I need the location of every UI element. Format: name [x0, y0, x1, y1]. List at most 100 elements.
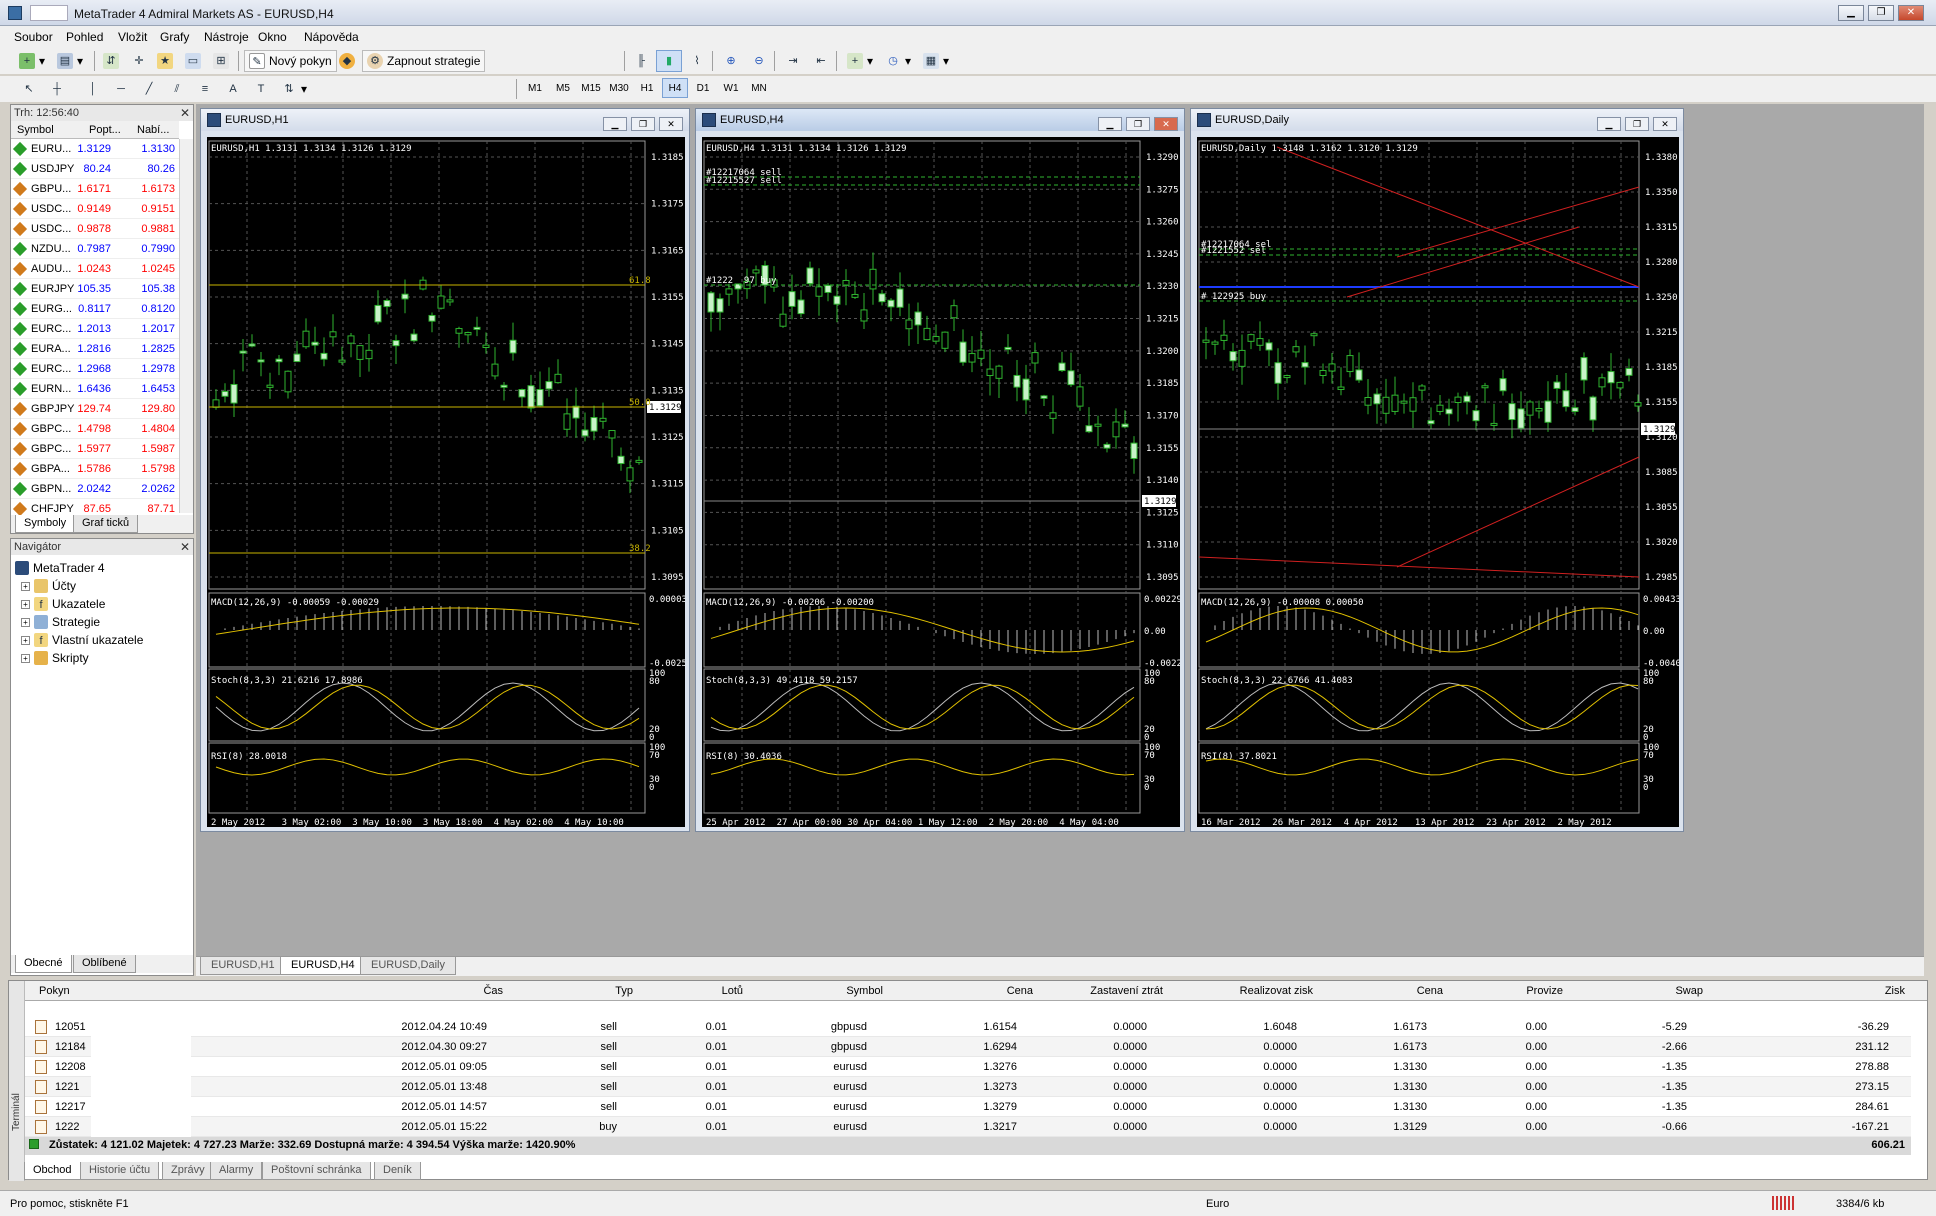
chart-restore-button[interactable]: ❐: [1126, 117, 1150, 131]
chart-minimize-button[interactable]: ▁: [1597, 117, 1621, 131]
market-watch-row[interactable]: GBPU... 1.6171 1.6173: [11, 179, 179, 199]
col-header[interactable]: Zisk: [1885, 985, 1905, 997]
text-button[interactable]: A: [220, 78, 246, 100]
market-watch-row[interactable]: GBPJPY 129.74 129.80: [11, 399, 179, 419]
chart-close-button[interactable]: ✕: [659, 117, 683, 131]
horizontal-line-button[interactable]: ─: [108, 78, 134, 100]
tf-m30[interactable]: M30: [606, 78, 632, 98]
autotrading-button[interactable]: ⚙ Zapnout strategie: [362, 50, 486, 72]
col-symbol[interactable]: Symbol: [17, 124, 54, 136]
metaeditor-button[interactable]: ◆: [334, 50, 360, 72]
chart-restore-button[interactable]: ❐: [631, 117, 655, 131]
nav-item-accounts[interactable]: + Účty: [21, 577, 76, 595]
col-header[interactable]: Symbol: [846, 985, 883, 997]
order-row[interactable]: 12184 2012.04.30 09:27 sell 0.01 gbpusd 1.629…: [25, 1037, 1911, 1057]
market-watch-row[interactable]: EURC... 1.2013 1.2017: [11, 319, 179, 339]
col-header[interactable]: Typ: [615, 985, 633, 997]
tab-favorites[interactable]: Oblíbené: [73, 955, 136, 973]
text-label-button[interactable]: T: [248, 78, 274, 100]
bar-chart-button[interactable]: ╟: [628, 50, 654, 72]
market-watch-row[interactable]: USDJPY 80.24 80.26: [11, 159, 179, 179]
tab-journal[interactable]: Deník: [374, 1162, 421, 1180]
tab-mailbox[interactable]: Poštovní schránka: [262, 1162, 371, 1180]
col-header[interactable]: Pokyn: [39, 985, 70, 997]
line-chart-button[interactable]: ⌇: [684, 50, 710, 72]
profiles-button[interactable]: ▤ ▾: [52, 50, 88, 72]
tf-h4[interactable]: H4: [662, 78, 688, 98]
col-header[interactable]: Provize: [1526, 985, 1563, 997]
col-header[interactable]: Cena: [1007, 985, 1033, 997]
zoom-out-button[interactable]: ⊖: [746, 50, 772, 72]
menu-pohled[interactable]: Pohled: [66, 30, 103, 44]
expand-icon[interactable]: +: [21, 599, 30, 609]
indicators-button[interactable]: + ▾: [842, 50, 878, 72]
chart-tab-daily[interactable]: EURUSD,Daily: [360, 957, 456, 975]
tf-mn[interactable]: MN: [746, 78, 772, 98]
periods-button[interactable]: ◷ ▾: [880, 50, 916, 72]
minimize-button[interactable]: ▁: [1838, 5, 1864, 21]
tf-w1[interactable]: W1: [718, 78, 744, 98]
market-watch-row[interactable]: USDC... 0.9149 0.9151: [11, 199, 179, 219]
tf-m15[interactable]: M15: [578, 78, 604, 98]
market-watch-button[interactable]: ⇵: [98, 50, 124, 72]
col-header[interactable]: Zastavení ztrát: [1090, 985, 1163, 997]
market-watch-row[interactable]: GBPC... 1.5977 1.5987: [11, 439, 179, 459]
close-icon[interactable]: ✕: [180, 539, 190, 555]
zoom-in-button[interactable]: ⊕: [718, 50, 744, 72]
chart-window[interactable]: EURUSD,H4 ▁ ❐ ✕ 1.3290 1.3275 1.3260 1.3245 1.32…: [695, 108, 1185, 832]
market-watch-row[interactable]: AUDU... 1.0243 1.0245: [11, 259, 179, 279]
menu-nastroje[interactable]: Nástroje: [204, 30, 249, 44]
chart-close-button[interactable]: ✕: [1154, 117, 1178, 131]
expand-icon[interactable]: +: [21, 653, 30, 663]
chart-tab-h1[interactable]: EURUSD,H1: [200, 957, 286, 975]
expand-icon[interactable]: +: [21, 617, 30, 627]
channel-button[interactable]: ⫽: [164, 78, 190, 100]
market-watch-row[interactable]: EURA... 1.2816 1.2825: [11, 339, 179, 359]
col-header[interactable]: Realizovat zisk: [1240, 985, 1313, 997]
order-row[interactable]: 1222 2012.05.01 15:22 buy 0.01 eurusd 1.3217…: [25, 1117, 1911, 1137]
autoscroll-button[interactable]: ⇥: [780, 50, 806, 72]
crosshair-button[interactable]: ┼: [44, 78, 70, 100]
order-row[interactable]: 12217 2012.05.01 14:57 sell 0.01 eurusd 1.327…: [25, 1097, 1911, 1117]
market-watch-row[interactable]: EURN... 1.6436 1.6453: [11, 379, 179, 399]
market-watch-row[interactable]: GBPN... 2.0242 2.0262: [11, 479, 179, 499]
tf-m1[interactable]: M1: [522, 78, 548, 98]
new-chart-button[interactable]: + ▾: [14, 50, 50, 72]
nav-item-custom-indicators[interactable]: + f Vlastní ukazatele: [21, 631, 143, 649]
close-icon[interactable]: ✕: [180, 105, 190, 121]
tab-symbols[interactable]: Symboly: [15, 515, 76, 533]
market-watch-row[interactable]: EURJPY 105.35 105.38: [11, 279, 179, 299]
new-order-button[interactable]: ✎ Nový pokyn: [244, 50, 337, 72]
chart-shift-button[interactable]: ⇤: [808, 50, 834, 72]
market-watch-row[interactable]: EURG... 0.8117 0.8120: [11, 299, 179, 319]
chart-window[interactable]: EURUSD,H1 ▁ ❐ ✕ 1.3185 1.3175 1.3165 1.3155 1.31…: [200, 108, 690, 832]
price-chart[interactable]: 1.3185 1.3175 1.3165 1.3155 1.3145 1.3135 1.31…: [207, 137, 685, 827]
tf-h1[interactable]: H1: [634, 78, 660, 98]
col-header[interactable]: Čas: [483, 985, 503, 997]
tf-d1[interactable]: D1: [690, 78, 716, 98]
menu-napoveda[interactable]: Nápověda: [304, 30, 359, 44]
market-watch-row[interactable]: EURC... 1.2968 1.2978: [11, 359, 179, 379]
maximize-button[interactable]: ❐: [1868, 5, 1894, 21]
chart-window-titlebar[interactable]: EURUSD,H4 ▁ ❐ ✕: [696, 109, 1184, 131]
tf-m5[interactable]: M5: [550, 78, 576, 98]
tab-news[interactable]: Zprávy: [162, 1162, 214, 1180]
order-row[interactable]: 1221 2012.05.01 13:48 sell 0.01 eurusd 1.327…: [25, 1077, 1911, 1097]
market-watch-row[interactable]: GBPA... 1.5786 1.5798: [11, 459, 179, 479]
tab-account-history[interactable]: Historie účtu: [80, 1162, 160, 1180]
tab-tick-chart[interactable]: Graf ticků: [73, 515, 139, 533]
templates-button[interactable]: ▦ ▾: [918, 50, 954, 72]
data-window-button[interactable]: ✛: [126, 50, 152, 72]
arrows-button[interactable]: ⇅ ▾: [276, 78, 312, 100]
nav-root[interactable]: MetaTrader 4: [15, 559, 105, 577]
order-row[interactable]: 12051 2012.04.24 10:49 sell 0.01 gbpusd 1.615…: [25, 1017, 1911, 1037]
tab-alerts[interactable]: Alarmy: [210, 1162, 263, 1180]
market-watch-row[interactable]: GBPC... 1.4798 1.4804: [11, 419, 179, 439]
terminal-button[interactable]: ▭: [180, 50, 206, 72]
navigator-button[interactable]: ★: [152, 50, 178, 72]
chart-tab-h4[interactable]: EURUSD,H4: [280, 957, 366, 975]
expand-icon[interactable]: +: [21, 635, 30, 645]
market-watch-row[interactable]: USDC... 0.9878 0.9881: [11, 219, 179, 239]
menu-grafy[interactable]: Grafy: [160, 30, 189, 44]
expand-icon[interactable]: +: [21, 581, 30, 591]
